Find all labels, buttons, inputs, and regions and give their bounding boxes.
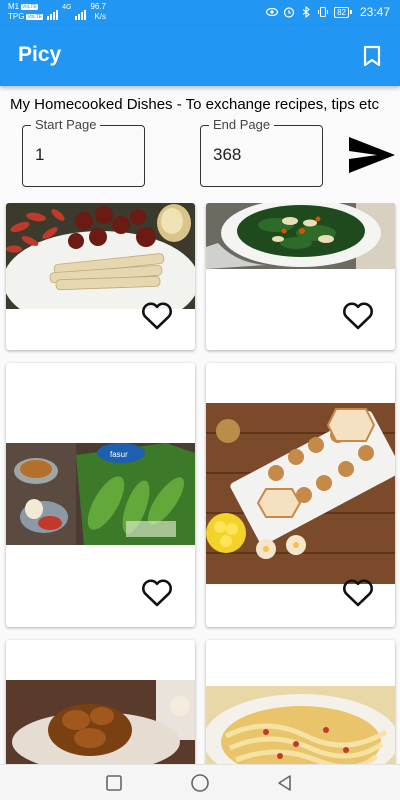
system-nav-bar <box>0 764 400 800</box>
battery-level: 82 <box>334 6 349 18</box>
svg-text:fasur: fasur <box>110 450 128 459</box>
photo-card[interactable] <box>206 363 395 627</box>
bookmark-icon <box>363 45 381 67</box>
home-circle-icon <box>191 774 209 792</box>
dish-photo-spinach-soup <box>206 203 395 269</box>
photo-card[interactable] <box>6 640 195 764</box>
photo-card[interactable] <box>206 640 395 764</box>
dish-photo-spinach-groceries: fasur <box>6 443 195 545</box>
carrier-2: TPG VoLTE <box>8 12 44 22</box>
end-page-input[interactable] <box>213 145 313 165</box>
favorite-button[interactable] <box>340 575 376 609</box>
send-button[interactable] <box>347 134 397 176</box>
signal-icon <box>47 6 59 20</box>
alarm-icon <box>283 7 295 18</box>
net-speed-unit: K/s <box>94 12 107 21</box>
favorite-button[interactable] <box>139 575 175 609</box>
carriers: M1 VoLTE TPG VoLTE <box>8 2 44 22</box>
dish-photo-braised-meat <box>6 680 195 764</box>
heart-outline-icon <box>343 302 373 330</box>
clock: 23:47 <box>359 5 390 19</box>
recents-button[interactable] <box>101 771 127 795</box>
status-left: M1 VoLTE TPG VoLTE 4G 96.7 K/s <box>8 2 106 22</box>
send-icon <box>349 137 395 173</box>
app-title: Picy <box>18 43 62 66</box>
net-speed-value: 96.7 <box>90 2 107 11</box>
carrier-1: M1 VoLTE <box>8 2 43 12</box>
battery-icon: 82 <box>334 6 352 18</box>
bookmark-button[interactable] <box>356 40 388 72</box>
dish-photo-spoon-canapes <box>206 403 395 584</box>
recents-square-icon <box>106 775 122 791</box>
vibrate-icon <box>318 6 329 18</box>
start-page-label: Start Page <box>31 117 101 132</box>
carrier-1-tag: VoLTE <box>21 4 38 10</box>
status-bar: M1 VoLTE TPG VoLTE 4G 96.7 K/s 82 23:47 <box>0 0 400 26</box>
group-title: My Homecooked Dishes - To exchange recip… <box>10 96 380 113</box>
photo-card[interactable]: fasur <box>6 363 195 627</box>
back-triangle-icon <box>278 775 291 791</box>
start-page-input[interactable] <box>35 145 135 165</box>
photo-card[interactable] <box>6 203 195 350</box>
heart-outline-icon <box>343 579 373 607</box>
network-type: 4G <box>62 4 72 11</box>
back-button[interactable] <box>272 771 298 795</box>
favorite-button[interactable] <box>139 298 175 332</box>
dish-photo-goji-herbs <box>6 203 195 309</box>
start-page-field[interactable]: Start Page <box>22 117 145 187</box>
photo-card[interactable] <box>206 203 395 350</box>
heart-outline-icon <box>142 579 172 607</box>
eye-icon <box>266 7 279 17</box>
signal-2-icon <box>75 6 87 20</box>
net-speed: 96.7 K/s <box>90 2 106 22</box>
end-page-field[interactable]: End Page <box>200 117 323 187</box>
carrier-1-name: M1 <box>8 2 20 11</box>
dish-photo-noodles <box>206 686 395 764</box>
carrier-2-name: TPG <box>8 12 25 21</box>
app-bar: Picy <box>0 26 400 86</box>
home-button[interactable] <box>187 771 213 795</box>
favorite-button[interactable] <box>340 298 376 332</box>
heart-outline-icon <box>142 302 172 330</box>
bluetooth-icon <box>302 6 310 18</box>
end-page-label: End Page <box>209 117 275 132</box>
carrier-2-tag: VoLTE <box>26 14 44 20</box>
photo-grid: fasur <box>0 203 400 764</box>
status-right: 82 23:47 <box>266 5 390 19</box>
